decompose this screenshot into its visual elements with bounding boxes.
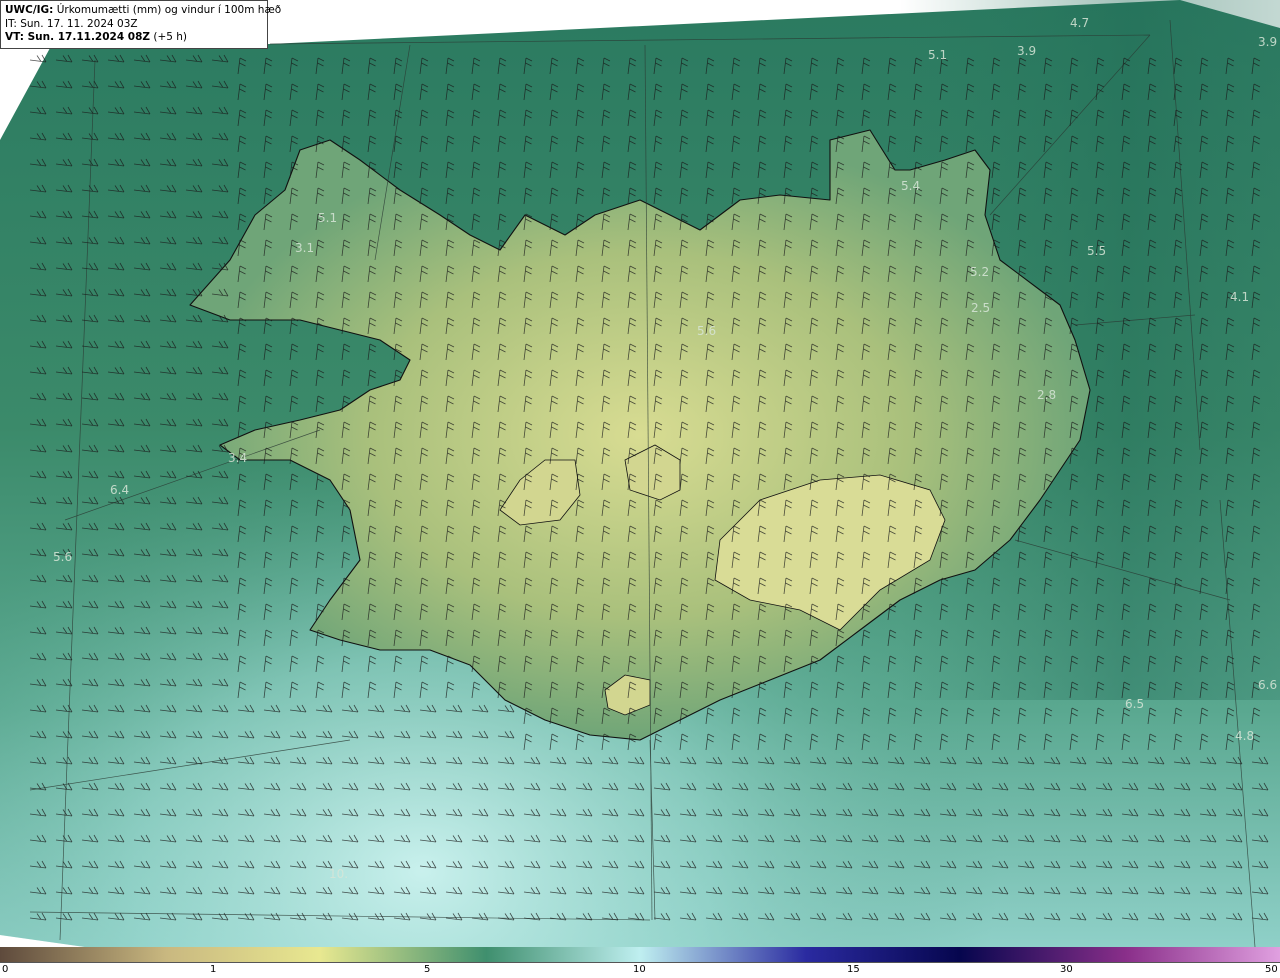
- scale-tick: 0: [2, 964, 9, 975]
- lead-time: (+5 h): [150, 31, 188, 43]
- color-scale: 0 1 5 10 15 30 50: [0, 947, 1280, 978]
- value-label: 5.1: [928, 48, 948, 62]
- value-label: 4.7: [1070, 16, 1090, 30]
- scale-tick: 1: [210, 964, 217, 975]
- title-line: UWC/IG: Úrkomumætti (mm) og vindur í 100…: [5, 4, 281, 18]
- precipitation-map: [0, 0, 1280, 947]
- value-label: 3.9: [1258, 35, 1278, 49]
- value-label: 3.4: [228, 451, 248, 465]
- value-label: 3.1: [295, 241, 315, 255]
- valid-time-line: VT: Sun. 17.11.2024 08Z (+5 h): [5, 31, 263, 45]
- product-title: Úrkomumætti (mm) og vindur í 100m hæð: [53, 4, 282, 16]
- init-time: IT: Sun. 17. 11. 2024 03Z: [5, 17, 138, 30]
- value-label: 5.5: [1087, 244, 1107, 258]
- value-label: 10.: [329, 867, 349, 881]
- scale-tick: 10: [633, 964, 646, 975]
- value-label: 5.2: [970, 265, 990, 279]
- model-name: UWC/IG:: [5, 4, 54, 16]
- value-label: 6.5: [1125, 697, 1145, 711]
- value-label: 6.4: [110, 483, 130, 497]
- valid-time: VT: Sun. 17.11.2024 08Z: [5, 31, 151, 43]
- value-label: 2.8: [1037, 388, 1057, 402]
- value-label: 6.6: [1258, 678, 1278, 692]
- value-label: 4.8: [1235, 729, 1255, 743]
- value-label: 5.1: [318, 211, 338, 225]
- value-label: 4.1: [1230, 290, 1250, 304]
- scale-tick: 50: [1265, 964, 1278, 975]
- scale-tick: 5: [424, 964, 431, 975]
- color-scale-strip: [0, 947, 1280, 963]
- value-label: 2.5: [971, 301, 991, 315]
- value-label: 5.6: [697, 324, 717, 338]
- scale-tick: 30: [1060, 964, 1073, 975]
- scale-tick: 15: [847, 964, 860, 975]
- value-label: 5.6: [53, 550, 73, 564]
- map-info-box: UWC/IG: Úrkomumætti (mm) og vindur í 100…: [0, 0, 281, 49]
- value-label: 3.9: [1017, 44, 1037, 58]
- value-label: 5.4: [901, 179, 921, 193]
